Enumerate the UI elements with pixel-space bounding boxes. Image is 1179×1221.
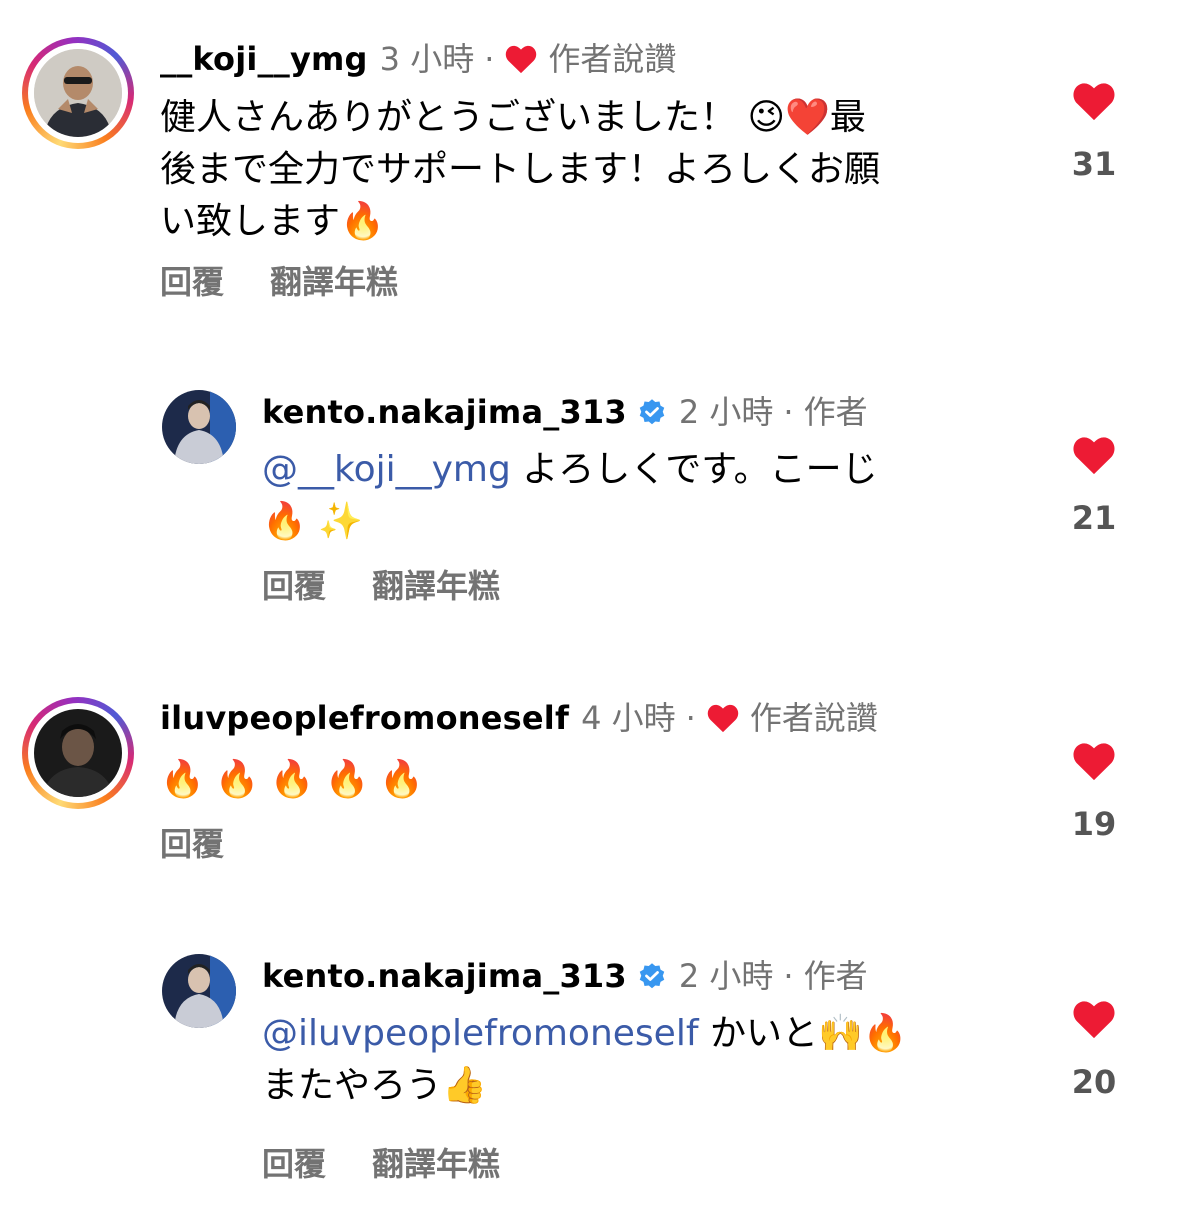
comment-header: iluvpeoplefromoneself 4 小時 · 作者說讚 — [160, 698, 878, 738]
author-label: 作者 — [803, 957, 868, 995]
comment-line: い致します🔥 — [160, 201, 385, 242]
separator-dot: · — [685, 699, 696, 737]
reply-button[interactable]: 回覆 — [160, 263, 224, 301]
comment-line: @iluvpeoplefromoneself かいと🙌🔥 — [262, 1013, 908, 1054]
comment-actions: 回覆 翻譯年糕 — [262, 1144, 500, 1184]
comment-text: @iluvpeoplefromoneself かいと🙌🔥 またやろう👍 — [262, 1008, 908, 1112]
comment-line: 健人さんありがとうございました！ 😉❤️最 — [160, 97, 866, 138]
username[interactable]: kento.nakajima_313 — [262, 392, 627, 432]
verified-badge-icon — [637, 397, 667, 427]
avatar-story-ring[interactable] — [22, 697, 134, 809]
heart-icon[interactable] — [1071, 998, 1117, 1040]
comment-line: 後まで全力でサポートします！よろしくお願 — [160, 149, 881, 190]
comment-actions: 回覆 — [160, 824, 224, 864]
reply-button[interactable]: 回覆 — [262, 1145, 326, 1183]
reply-button[interactable]: 回覆 — [160, 825, 224, 863]
comment-header: kento.nakajima_313 2 小時 · 作者 — [262, 392, 868, 432]
separator-dot: · — [484, 40, 495, 78]
comment-text: 健人さんありがとうございました！ 😉❤️最 後まで全力でサポートします！よろしく… — [160, 92, 880, 248]
comment-actions: 回覆 翻譯年糕 — [262, 566, 500, 606]
heart-icon — [504, 43, 538, 75]
reply-item: kento.nakajima_313 2 小時 · 作者 @iluvpeople… — [0, 924, 1179, 1221]
heart-icon[interactable] — [1071, 434, 1117, 476]
like-column: 31 — [1044, 80, 1144, 184]
heart-icon[interactable] — [1071, 740, 1117, 782]
translate-button[interactable]: 翻譯年糕 — [270, 263, 398, 301]
like-count: 19 — [1071, 805, 1117, 843]
fire-sparkles-emoji: 🔥 ✨ — [262, 501, 364, 542]
comment-text: 🔥🔥🔥🔥🔥 — [160, 754, 434, 806]
username[interactable]: kento.nakajima_313 — [262, 956, 627, 996]
like-column: 20 — [1044, 998, 1144, 1102]
comment-text: @__koji__ymg よろしくです。こーじ 🔥 ✨ — [262, 444, 878, 548]
separator-dot: · — [783, 957, 794, 995]
comment-header: __koji__ymg 3 小時 · 作者說讚 — [160, 39, 676, 79]
translate-button[interactable]: 翻譯年糕 — [372, 1145, 500, 1183]
username[interactable]: iluvpeoplefromoneself — [160, 698, 569, 738]
translate-button[interactable]: 翻譯年糕 — [372, 567, 500, 605]
raised-hands-fire-emoji: 🙌🔥 — [817, 1013, 908, 1054]
reply-item: kento.nakajima_313 2 小時 · 作者 @__koji__ym… — [0, 360, 1179, 660]
reply-button[interactable]: 回覆 — [262, 567, 326, 605]
comment-line: またやろう👍 — [262, 1065, 487, 1106]
avatar — [34, 49, 122, 137]
liked-by-author-label: 作者說讚 — [749, 699, 878, 737]
comment-actions: 回覆 翻譯年糕 — [160, 262, 398, 302]
comment-item: __koji__ymg 3 小時 · 作者說讚 健人さんありがとうございました！… — [0, 0, 1179, 330]
like-count: 21 — [1071, 499, 1117, 537]
timestamp: 2 小時 — [678, 393, 774, 431]
comment-header: kento.nakajima_313 2 小時 · 作者 — [262, 956, 868, 996]
like-column: 21 — [1044, 434, 1144, 538]
verified-badge-icon — [637, 961, 667, 991]
username[interactable]: __koji__ymg — [160, 39, 368, 79]
avatar[interactable] — [162, 954, 236, 1028]
thumbs-up-emoji: 👍 — [442, 1065, 487, 1106]
like-column: 19 — [1044, 740, 1144, 844]
heart-icon — [706, 702, 740, 734]
timestamp: 4 小時 — [581, 699, 676, 737]
separator-dot: · — [783, 393, 794, 431]
timestamp: 3 小時 — [379, 40, 475, 78]
avatar[interactable] — [162, 390, 236, 464]
fire-emoji: 🔥 — [340, 201, 385, 242]
wink-heart-emoji: 😉❤️ — [747, 97, 830, 138]
comment-line: @__koji__ymg よろしくです。こーじ — [262, 449, 878, 490]
timestamp: 2 小時 — [678, 957, 774, 995]
author-label: 作者 — [803, 393, 868, 431]
liked-by-author-label: 作者說讚 — [548, 40, 677, 78]
fire-emoji: 🔥🔥🔥🔥🔥 — [160, 759, 435, 800]
mention-link[interactable]: @__koji__ymg — [262, 449, 511, 490]
avatar — [34, 709, 122, 797]
avatar-story-ring[interactable] — [22, 37, 134, 149]
mention-link[interactable]: @iluvpeoplefromoneself — [262, 1013, 699, 1054]
like-count: 20 — [1071, 1063, 1117, 1101]
heart-icon[interactable] — [1071, 80, 1117, 122]
comment-item: iluvpeoplefromoneself 4 小時 · 作者說讚 🔥🔥🔥🔥🔥 … — [0, 660, 1179, 900]
like-count: 31 — [1071, 145, 1117, 183]
